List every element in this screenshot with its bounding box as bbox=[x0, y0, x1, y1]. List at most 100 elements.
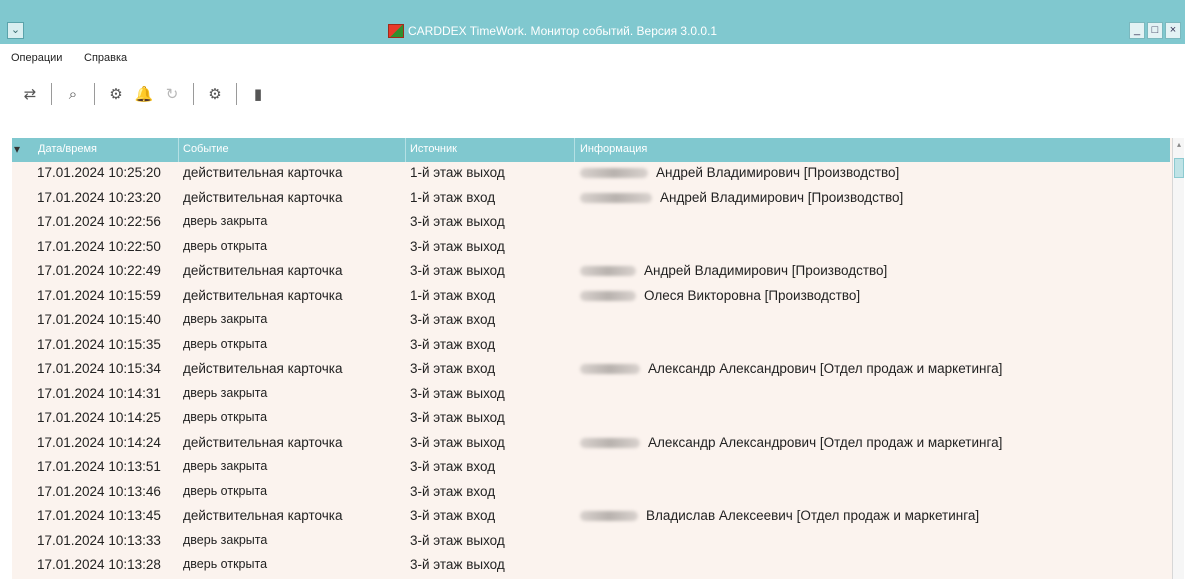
cell-event: действительная карточка bbox=[183, 189, 343, 205]
cell-event: дверь закрыта bbox=[183, 214, 268, 228]
cell-datetime: 17.01.2024 10:14:31 bbox=[37, 385, 161, 401]
toolbar-separator bbox=[51, 83, 52, 105]
cell-source: 3-й этаж вход bbox=[410, 483, 496, 499]
cell-info-text: Андрей Владимирович [Производство] bbox=[660, 189, 904, 205]
gear-icon[interactable]: ⚙ bbox=[105, 83, 127, 105]
cell-event: действительная карточка bbox=[183, 508, 343, 523]
column-divider[interactable] bbox=[574, 138, 575, 162]
cell-datetime: 17.01.2024 10:13:28 bbox=[37, 557, 161, 572]
system-menu-button[interactable]: ⌄ bbox=[7, 22, 24, 39]
cell-source: 3-й этаж выход bbox=[410, 434, 505, 450]
redacted-surname bbox=[580, 437, 640, 448]
cell-source: 3-й этаж выход bbox=[410, 214, 505, 229]
table-row[interactable]: 17.01.2024 10:22:49 действительная карточ… bbox=[12, 260, 1170, 284]
cell-event: действительная карточка bbox=[183, 287, 343, 303]
cell-info-text: Андрей Владимирович [Производство] bbox=[644, 263, 888, 278]
table-row[interactable]: 17.01.2024 10:23:20 действительная карточ… bbox=[12, 187, 1170, 211]
window-controls: _ □ × bbox=[1129, 22, 1181, 39]
table-row[interactable]: 17.01.2024 10:15:35 дверь открыта 3-й этаж… bbox=[12, 334, 1170, 358]
title-bar: ⌄ CARDDEX TimeWork. Монитор событий. Вер… bbox=[0, 0, 1185, 44]
cell-event: дверь закрыта bbox=[183, 385, 268, 400]
cell-event: дверь открыта bbox=[183, 557, 268, 571]
cell-source: 3-й этаж выход bbox=[410, 238, 505, 254]
table-row[interactable]: 17.01.2024 10:15:34 действительная карточ… bbox=[12, 358, 1170, 382]
menu-help[interactable]: Справка bbox=[84, 52, 127, 64]
table-row[interactable]: 17.01.2024 10:25:20 действительная карточ… bbox=[12, 162, 1170, 186]
menu-operations[interactable]: Операции bbox=[11, 52, 62, 64]
exit-door-icon[interactable]: ▮ bbox=[247, 83, 269, 105]
table-row[interactable]: 17.01.2024 10:14:31 дверь закрыта 3-й этаж… bbox=[12, 383, 1170, 407]
table-row[interactable]: 17.01.2024 10:15:59 действительная карточ… bbox=[12, 285, 1170, 309]
toolbar-separator bbox=[236, 83, 237, 105]
minimize-button[interactable]: _ bbox=[1129, 22, 1145, 39]
cell-event: дверь открыта bbox=[183, 238, 268, 253]
cell-datetime: 17.01.2024 10:15:34 bbox=[37, 361, 161, 376]
table-row[interactable]: 17.01.2024 10:15:40 дверь закрыта 3-й этаж… bbox=[12, 309, 1170, 333]
cell-datetime: 17.01.2024 10:15:59 bbox=[37, 287, 161, 303]
swap-arrows-icon[interactable]: ⇄ bbox=[19, 83, 41, 105]
table-row[interactable]: 17.01.2024 10:13:45 действительная карточ… bbox=[12, 505, 1170, 529]
cell-info-text: Олеся Викторовна [Производство] bbox=[644, 287, 861, 303]
cell-datetime: 17.01.2024 10:22:50 bbox=[37, 238, 161, 254]
column-header-datetime[interactable]: Дата/время bbox=[38, 143, 97, 155]
column-header-info[interactable]: Информация bbox=[580, 143, 647, 155]
cell-info: Александр Александрович [Отдел продаж и … bbox=[580, 435, 1002, 450]
vertical-scrollbar[interactable]: ▴ bbox=[1172, 138, 1184, 579]
cell-datetime: 17.01.2024 10:13:46 bbox=[37, 483, 161, 499]
close-button[interactable]: × bbox=[1165, 22, 1181, 39]
column-header-source[interactable]: Источник bbox=[410, 143, 457, 155]
app-icon bbox=[388, 24, 404, 38]
table-row[interactable]: 17.01.2024 10:22:50 дверь открыта 3-й этаж… bbox=[12, 236, 1170, 260]
cell-info: Андрей Владимирович [Производство] bbox=[580, 263, 887, 278]
cell-event: дверь открыта bbox=[183, 336, 268, 351]
cell-source: 3-й этаж вход bbox=[410, 361, 496, 376]
window-title: CARDDEX TimeWork. Монитор событий. Верси… bbox=[408, 24, 718, 38]
table-row[interactable]: 17.01.2024 10:14:24 действительная карточ… bbox=[12, 432, 1170, 456]
redacted-surname bbox=[580, 168, 648, 179]
table-row[interactable]: 17.01.2024 10:13:33 дверь закрыта 3-й этаж… bbox=[12, 530, 1170, 554]
table-row[interactable]: 17.01.2024 10:22:56 дверь закрыта 3-й этаж… bbox=[12, 211, 1170, 235]
scrollbar-thumb[interactable] bbox=[1174, 158, 1184, 178]
bell-icon[interactable]: 🔔 bbox=[133, 83, 155, 105]
window-title-group: CARDDEX TimeWork. Монитор событий. Верси… bbox=[388, 22, 717, 40]
cell-info: Андрей Владимирович [Производство] bbox=[580, 190, 903, 205]
cell-source: 3-й этаж выход bbox=[410, 385, 505, 401]
column-divider[interactable] bbox=[405, 138, 406, 162]
refresh-icon[interactable]: ↻ bbox=[161, 83, 183, 105]
column-chooser-icon[interactable]: ▾ bbox=[14, 142, 28, 158]
cell-event: дверь закрыта bbox=[183, 459, 268, 473]
cell-event: действительная карточка bbox=[183, 165, 343, 180]
events-grid[interactable]: ▾ Дата/время Событие Источник Информация… bbox=[12, 138, 1184, 579]
column-divider[interactable] bbox=[178, 138, 179, 162]
toolbar-separator bbox=[94, 83, 95, 105]
grid-header: ▾ Дата/время Событие Источник Информация bbox=[12, 138, 1170, 162]
maximize-button[interactable]: □ bbox=[1147, 22, 1163, 39]
settings-icon[interactable]: ⚙ bbox=[204, 83, 226, 105]
toolbar: ⇄ ⌕ ⚙ 🔔 ↻ ⚙ ▮ bbox=[16, 80, 272, 108]
cell-event: дверь закрыта bbox=[183, 312, 268, 326]
scroll-up-icon[interactable]: ▴ bbox=[1174, 140, 1184, 150]
cell-source: 3-й этаж вход bbox=[410, 508, 496, 523]
cell-source: 3-й этаж вход bbox=[410, 312, 496, 327]
cell-info-text: Андрей Владимирович [Производство] bbox=[656, 165, 900, 180]
cell-event: действительная карточка bbox=[183, 263, 343, 278]
table-row[interactable]: 17.01.2024 10:13:28 дверь открыта 3-й этаж… bbox=[12, 554, 1170, 578]
search-icon[interactable]: ⌕ bbox=[62, 83, 84, 105]
menu-bar bbox=[0, 44, 1185, 74]
column-header-event[interactable]: Событие bbox=[183, 143, 229, 155]
cell-datetime: 17.01.2024 10:23:20 bbox=[37, 189, 161, 205]
cell-info-text: Александр Александрович [Отдел продаж и … bbox=[648, 361, 1003, 376]
cell-info: Андрей Владимирович [Производство] bbox=[580, 165, 899, 180]
redacted-surname bbox=[580, 266, 636, 277]
cell-info: Олеся Викторовна [Производство] bbox=[580, 288, 860, 303]
cell-source: 3-й этаж вход bbox=[410, 336, 496, 352]
cell-datetime: 17.01.2024 10:15:40 bbox=[37, 312, 161, 327]
table-row[interactable]: 17.01.2024 10:14:25 дверь открыта 3-й этаж… bbox=[12, 407, 1170, 431]
cell-datetime: 17.01.2024 10:14:24 bbox=[37, 434, 161, 450]
cell-info-text: Александр Александрович [Отдел продаж и … bbox=[648, 434, 1003, 450]
cell-datetime: 17.01.2024 10:13:45 bbox=[37, 508, 161, 523]
table-row[interactable]: 17.01.2024 10:13:51 дверь закрыта 3-й этаж… bbox=[12, 456, 1170, 480]
redacted-surname bbox=[580, 364, 640, 375]
table-row[interactable]: 17.01.2024 10:13:46 дверь открыта 3-й этаж… bbox=[12, 481, 1170, 505]
cell-datetime: 17.01.2024 10:14:25 bbox=[37, 410, 161, 425]
